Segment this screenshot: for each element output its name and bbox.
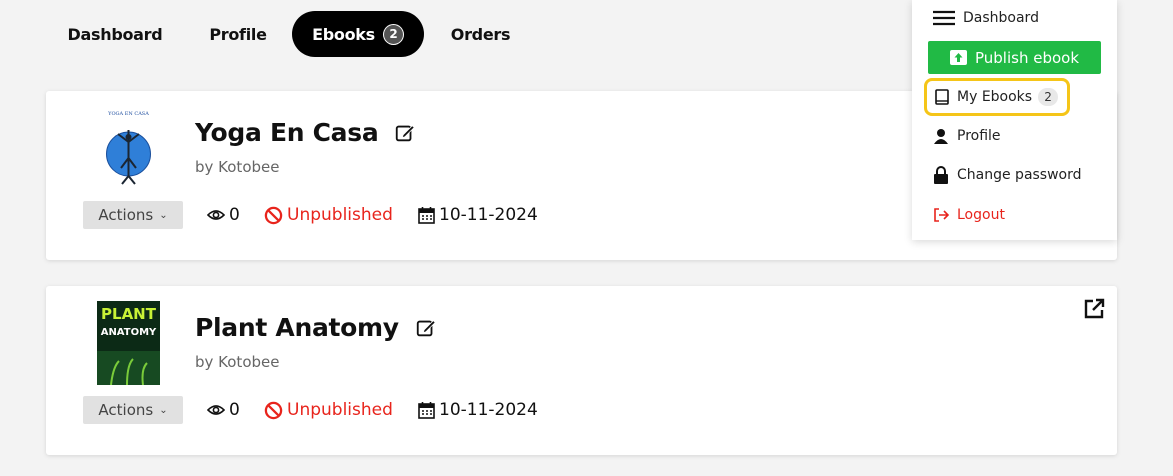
eye-icon <box>207 210 225 220</box>
logout-icon <box>934 208 949 222</box>
book-title: Plant Anatomy <box>195 313 399 342</box>
status-label: Unpublished <box>287 205 393 225</box>
menu-item-logout[interactable]: Logout <box>933 205 1005 225</box>
view-count: 0 <box>207 201 240 229</box>
book-author: by Kotobee <box>195 353 280 371</box>
ebooks-count-badge: 2 <box>382 23 404 45</box>
publish-date: 10-11-2024 <box>418 201 538 229</box>
ebooks-count: 2 <box>383 24 403 44</box>
cover-title-text: YOGA EN CASA <box>107 111 149 117</box>
view-count: 0 <box>207 396 240 424</box>
status-badge: Unpublished <box>264 396 393 424</box>
calendar-icon <box>418 402 435 419</box>
views-value: 0 <box>229 400 240 420</box>
tab-profile[interactable]: Profile <box>184 11 292 57</box>
menu-item-label: Change password <box>957 167 1082 183</box>
tab-orders-label: Orders <box>450 24 511 44</box>
date-value: 10-11-2024 <box>439 205 538 225</box>
status-badge: Unpublished <box>264 201 393 229</box>
menu-item-label: Profile <box>957 128 1001 144</box>
menu-item-my-ebooks[interactable]: My Ebooks 2 <box>924 78 1070 116</box>
chevron-down-icon: ⌄ <box>159 209 168 221</box>
actions-label: Actions <box>98 401 154 419</box>
publish-date: 10-11-2024 <box>418 396 538 424</box>
menu-item-label: My Ebooks <box>957 89 1033 105</box>
date-value: 10-11-2024 <box>439 400 538 420</box>
book-title: Yoga En Casa <box>195 118 379 147</box>
ban-icon <box>264 206 283 224</box>
menu-item-change-password[interactable]: Change password <box>933 165 1082 185</box>
menu-item-dashboard[interactable]: Dashboard <box>933 8 1039 28</box>
edit-icon[interactable] <box>394 122 416 144</box>
tab-profile-label: Profile <box>209 24 267 44</box>
upload-icon <box>949 50 967 65</box>
book-icon <box>935 89 949 105</box>
ban-icon <box>264 401 283 419</box>
actions-dropdown-button[interactable]: Actions ⌄ <box>83 201 183 229</box>
book-title-row: Plant Anatomy <box>195 313 437 342</box>
chevron-down-icon: ⌄ <box>159 404 168 416</box>
views-value: 0 <box>229 205 240 225</box>
publish-ebook-label: Publish ebook <box>974 48 1080 67</box>
calendar-icon <box>418 207 435 224</box>
cover-title-text-2: ANATOMY <box>101 327 157 338</box>
account-dropdown-menu: Dashboard Publish ebook My Ebooks 2 Prof… <box>912 0 1117 240</box>
book-title-row: Yoga En Casa <box>195 118 416 147</box>
hamburger-icon <box>933 10 955 26</box>
my-ebooks-count-badge: 2 <box>1038 88 1059 106</box>
menu-item-profile[interactable]: Profile <box>933 126 1001 146</box>
main-tabs: Dashboard Profile Ebooks 2 Orders <box>46 11 537 57</box>
menu-item-label: Dashboard <box>963 10 1039 26</box>
actions-dropdown-button[interactable]: Actions ⌄ <box>83 396 183 424</box>
status-label: Unpublished <box>287 400 393 420</box>
publish-ebook-button[interactable]: Publish ebook <box>928 41 1101 74</box>
tab-ebooks-label: Ebooks <box>312 24 375 44</box>
tab-ebooks[interactable]: Ebooks 2 <box>292 11 424 57</box>
book-author: by Kotobee <box>195 158 280 176</box>
tab-dashboard[interactable]: Dashboard <box>46 11 184 57</box>
tab-orders[interactable]: Orders <box>424 11 537 57</box>
lock-icon <box>934 166 948 184</box>
ebook-card: PLANT ANATOMY Plant Anatomy by Kotobee A… <box>46 286 1117 455</box>
menu-item-label: Logout <box>957 207 1005 223</box>
external-link-icon[interactable] <box>1082 297 1106 321</box>
actions-label: Actions <box>98 206 154 224</box>
eye-icon <box>207 405 225 415</box>
book-cover-yoga[interactable]: YOGA EN CASA <box>97 106 160 190</box>
edit-icon[interactable] <box>415 317 437 339</box>
tab-dashboard-label: Dashboard <box>67 24 163 44</box>
cover-title-text-1: PLANT <box>101 305 157 323</box>
book-cover-plant[interactable]: PLANT ANATOMY <box>97 301 160 385</box>
user-icon <box>934 129 948 144</box>
